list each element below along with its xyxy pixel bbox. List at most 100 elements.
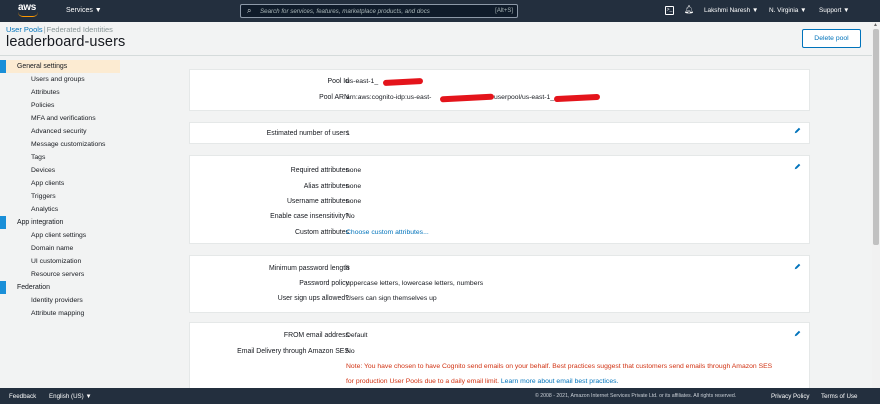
feedback-link[interactable]: Feedback — [9, 393, 36, 400]
pencil-icon[interactable] — [794, 127, 801, 134]
sidebar-item-users-and-groups[interactable]: Users and groups — [0, 73, 124, 86]
attribute-value: No — [346, 213, 355, 220]
ses-note-text: for production User Pools due to a daily… — [346, 378, 499, 385]
sidebar-item-tags[interactable]: Tags — [0, 151, 124, 164]
page-title: leaderboard-users — [6, 34, 126, 50]
section-marker — [0, 281, 6, 294]
sidebar-section-label: Federation — [17, 284, 50, 291]
section-marker — [0, 216, 6, 229]
users-panel: Estimated number of users 1 — [189, 122, 810, 144]
search-placeholder: Search for services, features, marketpla… — [260, 8, 430, 15]
email-best-practices-link[interactable]: Learn more about email best practices. — [501, 378, 619, 385]
pool-arn-label: Pool ARN — [319, 94, 349, 101]
attribute-value: none — [346, 183, 362, 190]
attribute-label: Username attributes — [286, 198, 349, 205]
sidebar-item-policies[interactable]: Policies — [0, 99, 124, 112]
email-panel: FROM email address Default Email Deliver… — [189, 322, 810, 388]
footer-bar: Feedback English (US) ▼ © 2008 - 2021, A… — [0, 388, 880, 404]
sidebar-section-app-integration[interactable]: App integration — [0, 216, 124, 229]
sidebar-item-devices[interactable]: Devices — [0, 164, 124, 177]
attribute-row: Alias attributes none — [190, 181, 811, 193]
aws-smile-icon — [18, 12, 38, 17]
pool-arn-value: arn:aws:cognito-idp:us-east- — [346, 94, 432, 101]
policy-label: Password policy — [299, 280, 349, 287]
sidebar-item-analytics[interactable]: Analytics — [0, 203, 124, 216]
sidebar-item-domain-name[interactable]: Domain name — [0, 242, 124, 255]
sidebar-item-ui-customization[interactable]: UI customization — [0, 255, 124, 268]
policy-value: 8 — [346, 265, 350, 272]
services-menu[interactable]: Services ▼ — [66, 7, 102, 14]
search-input[interactable]: ⌕ Search for services, features, marketp… — [240, 4, 518, 18]
sidebar-section-general-settings[interactable]: General settings — [0, 60, 120, 73]
attribute-label: Required attributes — [290, 167, 349, 174]
sidebar-item-triggers[interactable]: Triggers — [0, 190, 124, 203]
header-divider — [0, 55, 872, 56]
ses-note-line1: Note: You have chosen to have Cognito se… — [346, 363, 773, 370]
attribute-label: Alias attributes — [303, 183, 349, 190]
user-pools-link[interactable]: User Pools — [6, 25, 43, 34]
estimated-users-label: Estimated number of users — [266, 130, 349, 137]
terminal-icon[interactable]: >_ — [665, 6, 674, 15]
email-label: Email Delivery through Amazon SES — [237, 348, 349, 355]
terms-of-use-link[interactable]: Terms of Use — [821, 393, 857, 400]
scroll-up-arrow-icon[interactable]: ▲ — [873, 22, 878, 28]
region-menu[interactable]: N. Virginia ▼ — [769, 7, 806, 14]
pencil-icon[interactable] — [794, 163, 801, 170]
language-selector[interactable]: English (US) ▼ — [49, 393, 92, 400]
sidebar-item-message-customizations[interactable]: Message customizations — [0, 138, 124, 151]
attribute-row: Custom attributes Choose custom attribut… — [190, 227, 811, 239]
bell-icon[interactable]: 🔔︎ — [684, 5, 694, 14]
search-icon: ⌕ — [247, 6, 252, 15]
attribute-label: Custom attributes — [295, 229, 349, 236]
email-value: Default — [346, 332, 368, 339]
password-policy-panel: Minimum password length 8 Password polic… — [189, 255, 810, 313]
sidebar-section-federation[interactable]: Federation — [0, 281, 124, 294]
scrollbar-thumb[interactable] — [873, 29, 879, 245]
support-menu[interactable]: Support ▼ — [819, 7, 849, 14]
search-shortcut: [Alt+S] — [495, 8, 513, 14]
pool-arn-suffix: userpool/us-east-1_ — [494, 94, 555, 101]
attribute-row: Required attributes none — [190, 165, 811, 177]
estimated-users-value: 1 — [346, 130, 350, 137]
attribute-row: Enable case insensitivity? No — [190, 211, 811, 223]
privacy-policy-link[interactable]: Privacy Policy — [771, 393, 810, 400]
aws-logo[interactable]: aws — [16, 2, 42, 19]
delete-pool-button[interactable]: Delete pool — [802, 29, 861, 48]
sidebar-section-label: App integration — [17, 219, 64, 226]
sidebar: General settings Users and groups Attrib… — [0, 60, 124, 320]
sidebar-item-identity-providers[interactable]: Identity providers — [0, 294, 124, 307]
policy-value: uppercase letters, lowercase letters, nu… — [346, 280, 484, 287]
pool-id-value: us-east-1_ — [346, 78, 379, 85]
email-value: No — [346, 348, 355, 355]
policy-row: User sign ups allowed? Users can sign th… — [190, 293, 811, 305]
email-row: Email Delivery through Amazon SES No — [190, 346, 811, 358]
sidebar-item-app-client-settings[interactable]: App client settings — [0, 229, 124, 242]
attributes-panel: Required attributes none Alias attribute… — [189, 155, 810, 244]
copyright-text: © 2008 - 2021, Amazon Internet Services … — [535, 393, 737, 399]
breadcrumb-separator: | — [43, 25, 46, 34]
section-marker — [0, 60, 6, 73]
policy-label: User sign ups allowed? — [277, 295, 349, 302]
estimated-users-row: Estimated number of users 1 — [190, 128, 811, 140]
policy-row: Password policy uppercase letters, lower… — [190, 278, 811, 290]
policy-label: Minimum password length — [268, 265, 349, 272]
pencil-icon[interactable] — [794, 263, 801, 270]
attribute-value: none — [346, 198, 362, 205]
pencil-icon[interactable] — [794, 330, 801, 337]
ses-note-line2: for production User Pools due to a daily… — [346, 378, 618, 385]
top-navigation-bar: aws Services ▼ ⌕ Search for services, fe… — [0, 0, 880, 22]
sidebar-item-advanced-security[interactable]: Advanced security — [0, 125, 124, 138]
attribute-value: none — [346, 167, 362, 174]
sidebar-item-attributes[interactable]: Attributes — [0, 86, 124, 99]
sidebar-item-mfa[interactable]: MFA and verifications — [0, 112, 124, 125]
account-menu[interactable]: Lakshmi Naresh ▼ — [704, 7, 758, 14]
email-label: FROM email address — [283, 332, 349, 339]
sidebar-item-attribute-mapping[interactable]: Attribute mapping — [0, 307, 124, 320]
attribute-row: Username attributes none — [190, 196, 811, 208]
federated-identities-link[interactable]: Federated Identities — [47, 25, 113, 34]
sidebar-item-resource-servers[interactable]: Resource servers — [0, 268, 124, 281]
choose-custom-attributes-link[interactable]: Choose custom attributes... — [346, 227, 429, 239]
breadcrumb: User Pools|Federated Identities — [6, 25, 113, 34]
sidebar-item-app-clients[interactable]: App clients — [0, 177, 124, 190]
pool-arn-row: Pool ARN arn:aws:cognito-idp:us-east- us… — [190, 92, 811, 104]
